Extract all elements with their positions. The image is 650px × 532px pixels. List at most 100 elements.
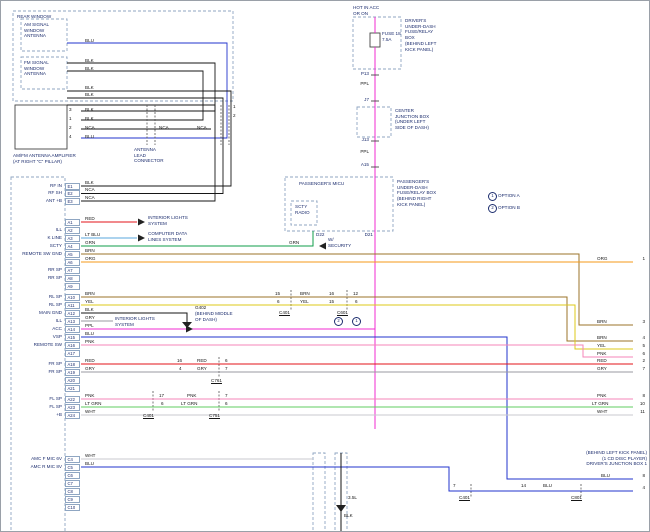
driver-junction-note: (BEHIND LEFT KICK PANEL) (1 CD DISC PLAY… (517, 450, 647, 467)
wire-color-label: LT BLU (85, 232, 100, 238)
pin-a9: A9 (65, 283, 80, 290)
fm-antenna-label: FM SIGNAL WINDOW ANTENNA (24, 60, 49, 77)
pin-a20: A20 (65, 377, 80, 384)
signal-remote-sw: REMOTE SW (1, 342, 62, 348)
wire-color-label: GRN (289, 240, 299, 246)
wire-color-label: BLK (85, 85, 94, 91)
connector-pin-number: 2 (233, 113, 236, 119)
conn-pin-number: 7 (453, 483, 456, 489)
signal-fl-sp: FL SP (1, 404, 62, 410)
terminal-number: 3 (631, 319, 645, 325)
signal-plus-b: +B (1, 412, 62, 418)
signal-amc-f-mic: AMC F MIC 6V (1, 456, 62, 462)
wire-color-label: WHT (597, 409, 607, 415)
terminal-number: 5 (631, 343, 645, 349)
wire-color-label: GRY (597, 366, 607, 372)
pin-a5: A5 (65, 251, 80, 258)
pin-a13: A13 (65, 318, 80, 325)
pin-c5: C5 (65, 464, 80, 471)
connector-c401-label: C401 (279, 310, 290, 316)
wire-color-label: YEL (85, 299, 94, 305)
wire-color-label: NCA (85, 195, 95, 201)
terminal-number: 11 (631, 409, 645, 415)
conn-pin-number: 7 (225, 393, 228, 399)
connector-c751-label: C751 (209, 413, 220, 419)
wire-a16-pnk (81, 345, 633, 357)
pin-p13-label: P13 (353, 71, 369, 77)
wire-color-label: GRY (197, 366, 207, 372)
conn-pin-number: 6 (277, 299, 280, 305)
pin-c6: C6 (65, 472, 80, 479)
signal-main-gnd: MAIN GND (1, 310, 62, 316)
conn-pin-number: 16 (177, 358, 182, 364)
wire-color-label: PPL (353, 149, 369, 155)
amplifier-label: AM/FM ANTENNA AMPLIFIER (AT RIGHT "C" PI… (13, 153, 76, 164)
wire-color-label: LT GRN (592, 401, 608, 407)
wire-color-label: BRN (85, 248, 95, 254)
wire-a5-brn (81, 254, 633, 325)
pin-a2: A2 (65, 227, 80, 234)
pin-a3: A3 (65, 235, 80, 242)
pin-a22: A22 (65, 396, 80, 403)
arrow-down-icon (336, 505, 346, 512)
terminal-number: 4 (631, 485, 645, 491)
pin-a1: A1 (65, 219, 80, 226)
wire-color-label: BLU (85, 331, 94, 337)
wiring-diagram: REAR WINDOW AM SIGNAL WINDOW ANTENNA FM … (0, 0, 650, 532)
pin-a21: A21 (65, 385, 80, 392)
wire-color-label: LT GRN (85, 401, 101, 407)
signal-rr-sp: RR SP (1, 275, 62, 281)
wire-color-label: PNK (187, 393, 196, 399)
pin-a10: A10 (65, 294, 80, 301)
wire-a11-yel (81, 305, 633, 349)
wire-color-label: YEL (597, 343, 606, 349)
signal-amc-r-mic: AMC R MIC 8V (1, 464, 62, 470)
fuse-label: FUSE 18 7.5A (382, 31, 401, 42)
wire-color-label: WHT (85, 453, 95, 459)
wire-color-label: RED (85, 358, 95, 364)
pin-a23: A23 (65, 404, 80, 411)
wire-color-label: BLK (85, 307, 94, 313)
wire-color-label: PPL (353, 81, 369, 87)
signal-fr-sp: FR SP (1, 369, 62, 375)
conn-pin-number: 15 (275, 291, 280, 297)
wire-color-label: BLK (85, 92, 94, 98)
hot-in-acc-label: HOT IN ACC OR ON (353, 5, 379, 16)
conn-pin-number: 6 (225, 358, 228, 364)
wire-color-label: LT GRN (181, 401, 197, 407)
conn-pin-number: 15 (329, 299, 334, 305)
pin-a18: A18 (65, 361, 80, 368)
signal-ill: ILL (1, 227, 62, 233)
pin-a24: A24 (65, 412, 80, 419)
pin-a4: A4 (65, 243, 80, 250)
wire-color-label: BLK (85, 66, 94, 72)
terminal-number: 10 (631, 401, 645, 407)
terminal-number: 2 (631, 358, 645, 364)
signal-fr-sp: FR SP (1, 361, 62, 367)
wire-color-label: BRN (597, 319, 607, 325)
center-junction-label: CENTER JUNCTION BOX (UNDER LEFT SIDE OF … (395, 108, 429, 131)
arrow-right-icon (138, 235, 145, 242)
connector-c761-label: C761 (211, 378, 222, 384)
conn-pin-number: 16 (329, 291, 334, 297)
signal-remote-sw-gnd: REMOTE SW GND (1, 251, 62, 257)
am-antenna-label: AM SIGNAL WINDOW ANTENNA (24, 22, 49, 39)
wire-color-label: PNK (85, 393, 94, 399)
pin-j13-label: J13 (353, 137, 369, 143)
signal-vsp: VSP (1, 334, 62, 340)
rear-window-label: REAR WINDOW (17, 14, 51, 20)
scty-radio-label: SCTY RADIO (295, 204, 310, 215)
interior-lights-system-label: INTERIOR LIGHTS SYSTEM (148, 215, 188, 226)
pin-c8: C8 (65, 488, 80, 495)
conn-pin-number: 4 (179, 366, 182, 372)
wire-color-label: BRN (85, 291, 95, 297)
connector-pin-number: 1 (233, 104, 236, 110)
pin-a11: A11 (65, 302, 80, 309)
terminal-number: 4 (631, 335, 645, 341)
pin-d22-label: D22 (316, 232, 324, 238)
pin-e1: E1 (65, 183, 80, 190)
amp-pin-number: 4 (69, 134, 72, 140)
fuse-symbol (370, 33, 380, 47)
signal-ill: ILL (1, 318, 62, 324)
option-a-label: OPTION A (498, 193, 520, 199)
